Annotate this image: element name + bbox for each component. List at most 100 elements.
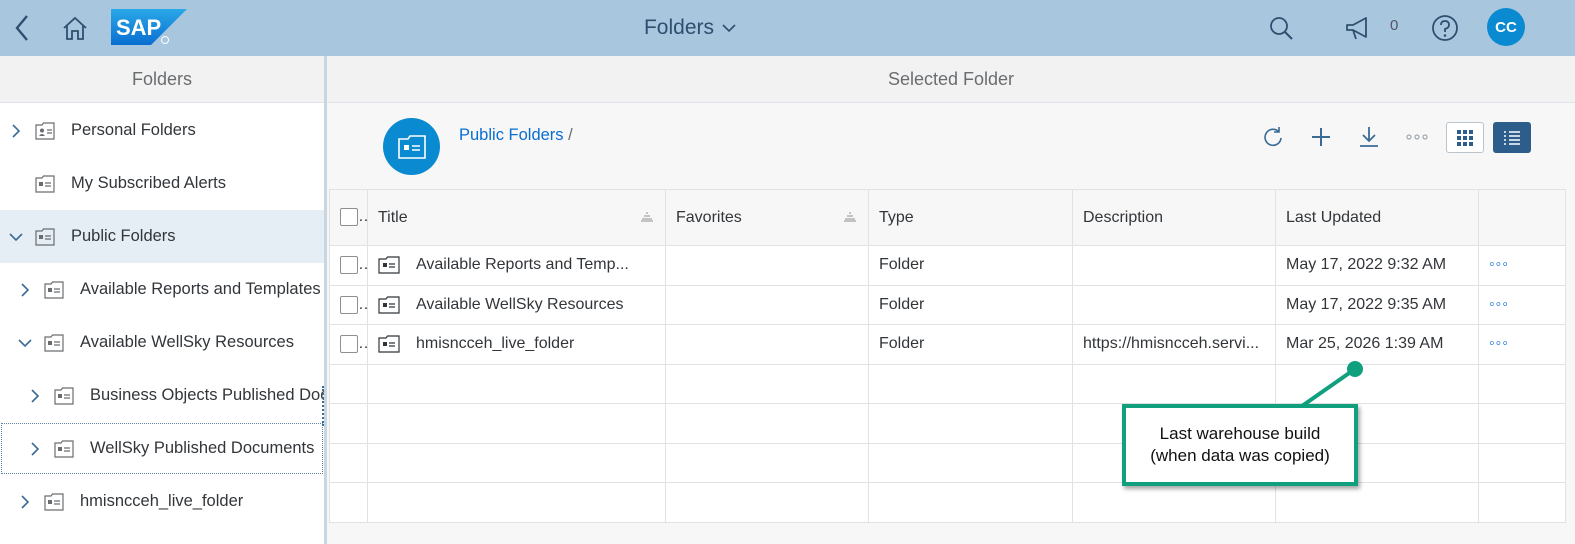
row-favorites [665,284,869,325]
chevron-right-icon[interactable] [26,441,44,456]
empty-row [329,363,1566,404]
app-title-menu[interactable]: Folders [560,0,820,56]
sap-logo: SAP [111,9,187,45]
back-icon[interactable] [8,0,36,56]
column-header-actions [1478,189,1566,246]
right-pane-header: Selected Folder [327,56,1575,103]
folder-icon [44,333,66,352]
notifications-icon[interactable] [1340,0,1376,56]
table-row[interactable]: Available WellSky Resources Folder May 1… [329,284,1566,325]
selected-folder-pane: Selected Folder Public Folders / Title F… [327,56,1575,544]
user-avatar[interactable]: CC [1487,8,1525,46]
folder-icon [44,492,66,511]
tree-item-label: Available Reports and Templates [80,280,321,298]
table-row[interactable]: hmisncceh_live_folder Folder https://hmi… [329,324,1566,365]
left-pane-header: Folders [0,56,324,103]
app-title: Folders [643,16,715,39]
row-description [1072,284,1276,325]
help-icon[interactable] [1428,0,1462,56]
folder-contents-table: Title Favorites Type Description Last Up… [329,189,1566,523]
chevron-right-icon[interactable] [7,123,25,138]
sort-icon[interactable] [844,212,856,222]
row-title[interactable]: Available Reports and Temp... [416,256,629,274]
tree-item-live-folder[interactable]: hmisncceh_live_folder [0,475,324,528]
tree-item-public-folders[interactable]: Public Folders [0,210,324,263]
callout-line-1: Last warehouse build [1159,424,1321,443]
tree-item-label: Business Objects Published Documents [90,386,324,404]
row-description: https://hmisncceh.servi... [1072,324,1276,365]
row-title[interactable]: hmisncceh_live_folder [416,335,574,353]
row-more-actions[interactable]: ◦◦◦ [1478,284,1566,325]
empty-row [329,442,1566,483]
column-header-title[interactable]: Title [367,189,666,246]
row-favorites [665,324,869,365]
chevron-right-icon[interactable] [26,388,44,403]
column-header-type[interactable]: Type [868,189,1073,246]
column-header-last-updated[interactable]: Last Updated [1275,189,1479,246]
tree-item-label: Available WellSky Resources [80,333,294,351]
tree-item-wellsky-published-docs[interactable]: WellSky Published Documents [0,422,324,475]
chevron-down-icon[interactable] [16,338,34,348]
splitter-grip[interactable] [322,386,324,426]
tree-item-personal-folders[interactable]: Personal Folders [0,104,324,157]
breadcrumb-separator: / [568,126,573,144]
tree-item-label: hmisncceh_live_folder [80,492,244,510]
row-type: Folder [868,284,1073,325]
breadcrumb: Public Folders / [459,126,573,145]
refresh-icon[interactable] [1256,120,1290,154]
home-icon[interactable] [58,0,92,56]
row-checkbox[interactable] [340,335,358,354]
row-title[interactable]: Available WellSky Resources [416,296,624,314]
grid-view-icon[interactable] [1446,122,1484,153]
select-all-cell [329,189,368,246]
folder-avatar-icon [383,118,440,175]
personal-folder-icon [35,121,57,140]
column-header-favorites[interactable]: Favorites [665,189,869,246]
empty-row [329,482,1566,523]
chevron-down-icon[interactable] [7,232,25,242]
row-checkbox[interactable] [340,256,358,275]
sap-logo-text: SAP [116,15,161,40]
download-icon[interactable] [1352,120,1386,154]
list-view-icon[interactable] [1493,122,1531,153]
chevron-down-icon [722,24,736,33]
row-type: Folder [868,324,1073,365]
chevron-right-icon[interactable] [16,494,34,509]
row-more-actions[interactable]: ◦◦◦ [1478,324,1566,365]
add-icon[interactable] [1304,120,1338,154]
tree-item-label: Public Folders [71,227,176,245]
row-checkbox[interactable] [340,295,358,314]
row-last-updated: Mar 25, 2026 1:39 AM [1275,324,1479,365]
folder-icon [54,439,76,458]
chevron-right-icon[interactable] [16,282,34,297]
folder-icon [378,256,400,274]
shell-bar: SAP Folders 0 CC [0,0,1575,56]
tree-item-label: WellSky Published Documents [90,439,315,457]
row-description [1072,245,1276,286]
sort-icon[interactable] [641,212,653,222]
annotation-callout: Last warehouse build (when data was copi… [1122,404,1358,486]
tree-item-wellsky-resources[interactable]: Available WellSky Resources [0,316,324,369]
tree-item-subscribed-alerts[interactable]: My Subscribed Alerts [0,157,324,210]
folder-icon [44,280,66,299]
breadcrumb-public-folders[interactable]: Public Folders [459,126,564,144]
folder-icon [35,174,57,193]
callout-line-2: (when data was copied) [1150,446,1330,465]
row-more-actions[interactable]: ◦◦◦ [1478,245,1566,286]
row-last-updated: May 17, 2022 9:32 AM [1275,245,1479,286]
select-all-checkbox[interactable] [340,208,358,227]
column-header-description[interactable]: Description [1072,189,1276,246]
folder-icon [378,296,400,314]
search-icon[interactable] [1264,0,1298,56]
more-options-icon[interactable] [1400,120,1434,154]
notification-count: 0 [1390,17,1399,34]
table-row[interactable]: Available Reports and Temp... Folder May… [329,245,1566,286]
row-favorites [665,245,869,286]
folder-icon [35,227,57,246]
row-last-updated: May 17, 2022 9:35 AM [1275,284,1479,325]
tree-item-available-reports[interactable]: Available Reports and Templates [0,263,324,316]
tree-item-business-objects-docs[interactable]: Business Objects Published Documents [0,369,324,422]
tree-item-label: Personal Folders [71,121,196,139]
tree-item-label: My Subscribed Alerts [71,174,226,192]
empty-row [329,403,1566,444]
